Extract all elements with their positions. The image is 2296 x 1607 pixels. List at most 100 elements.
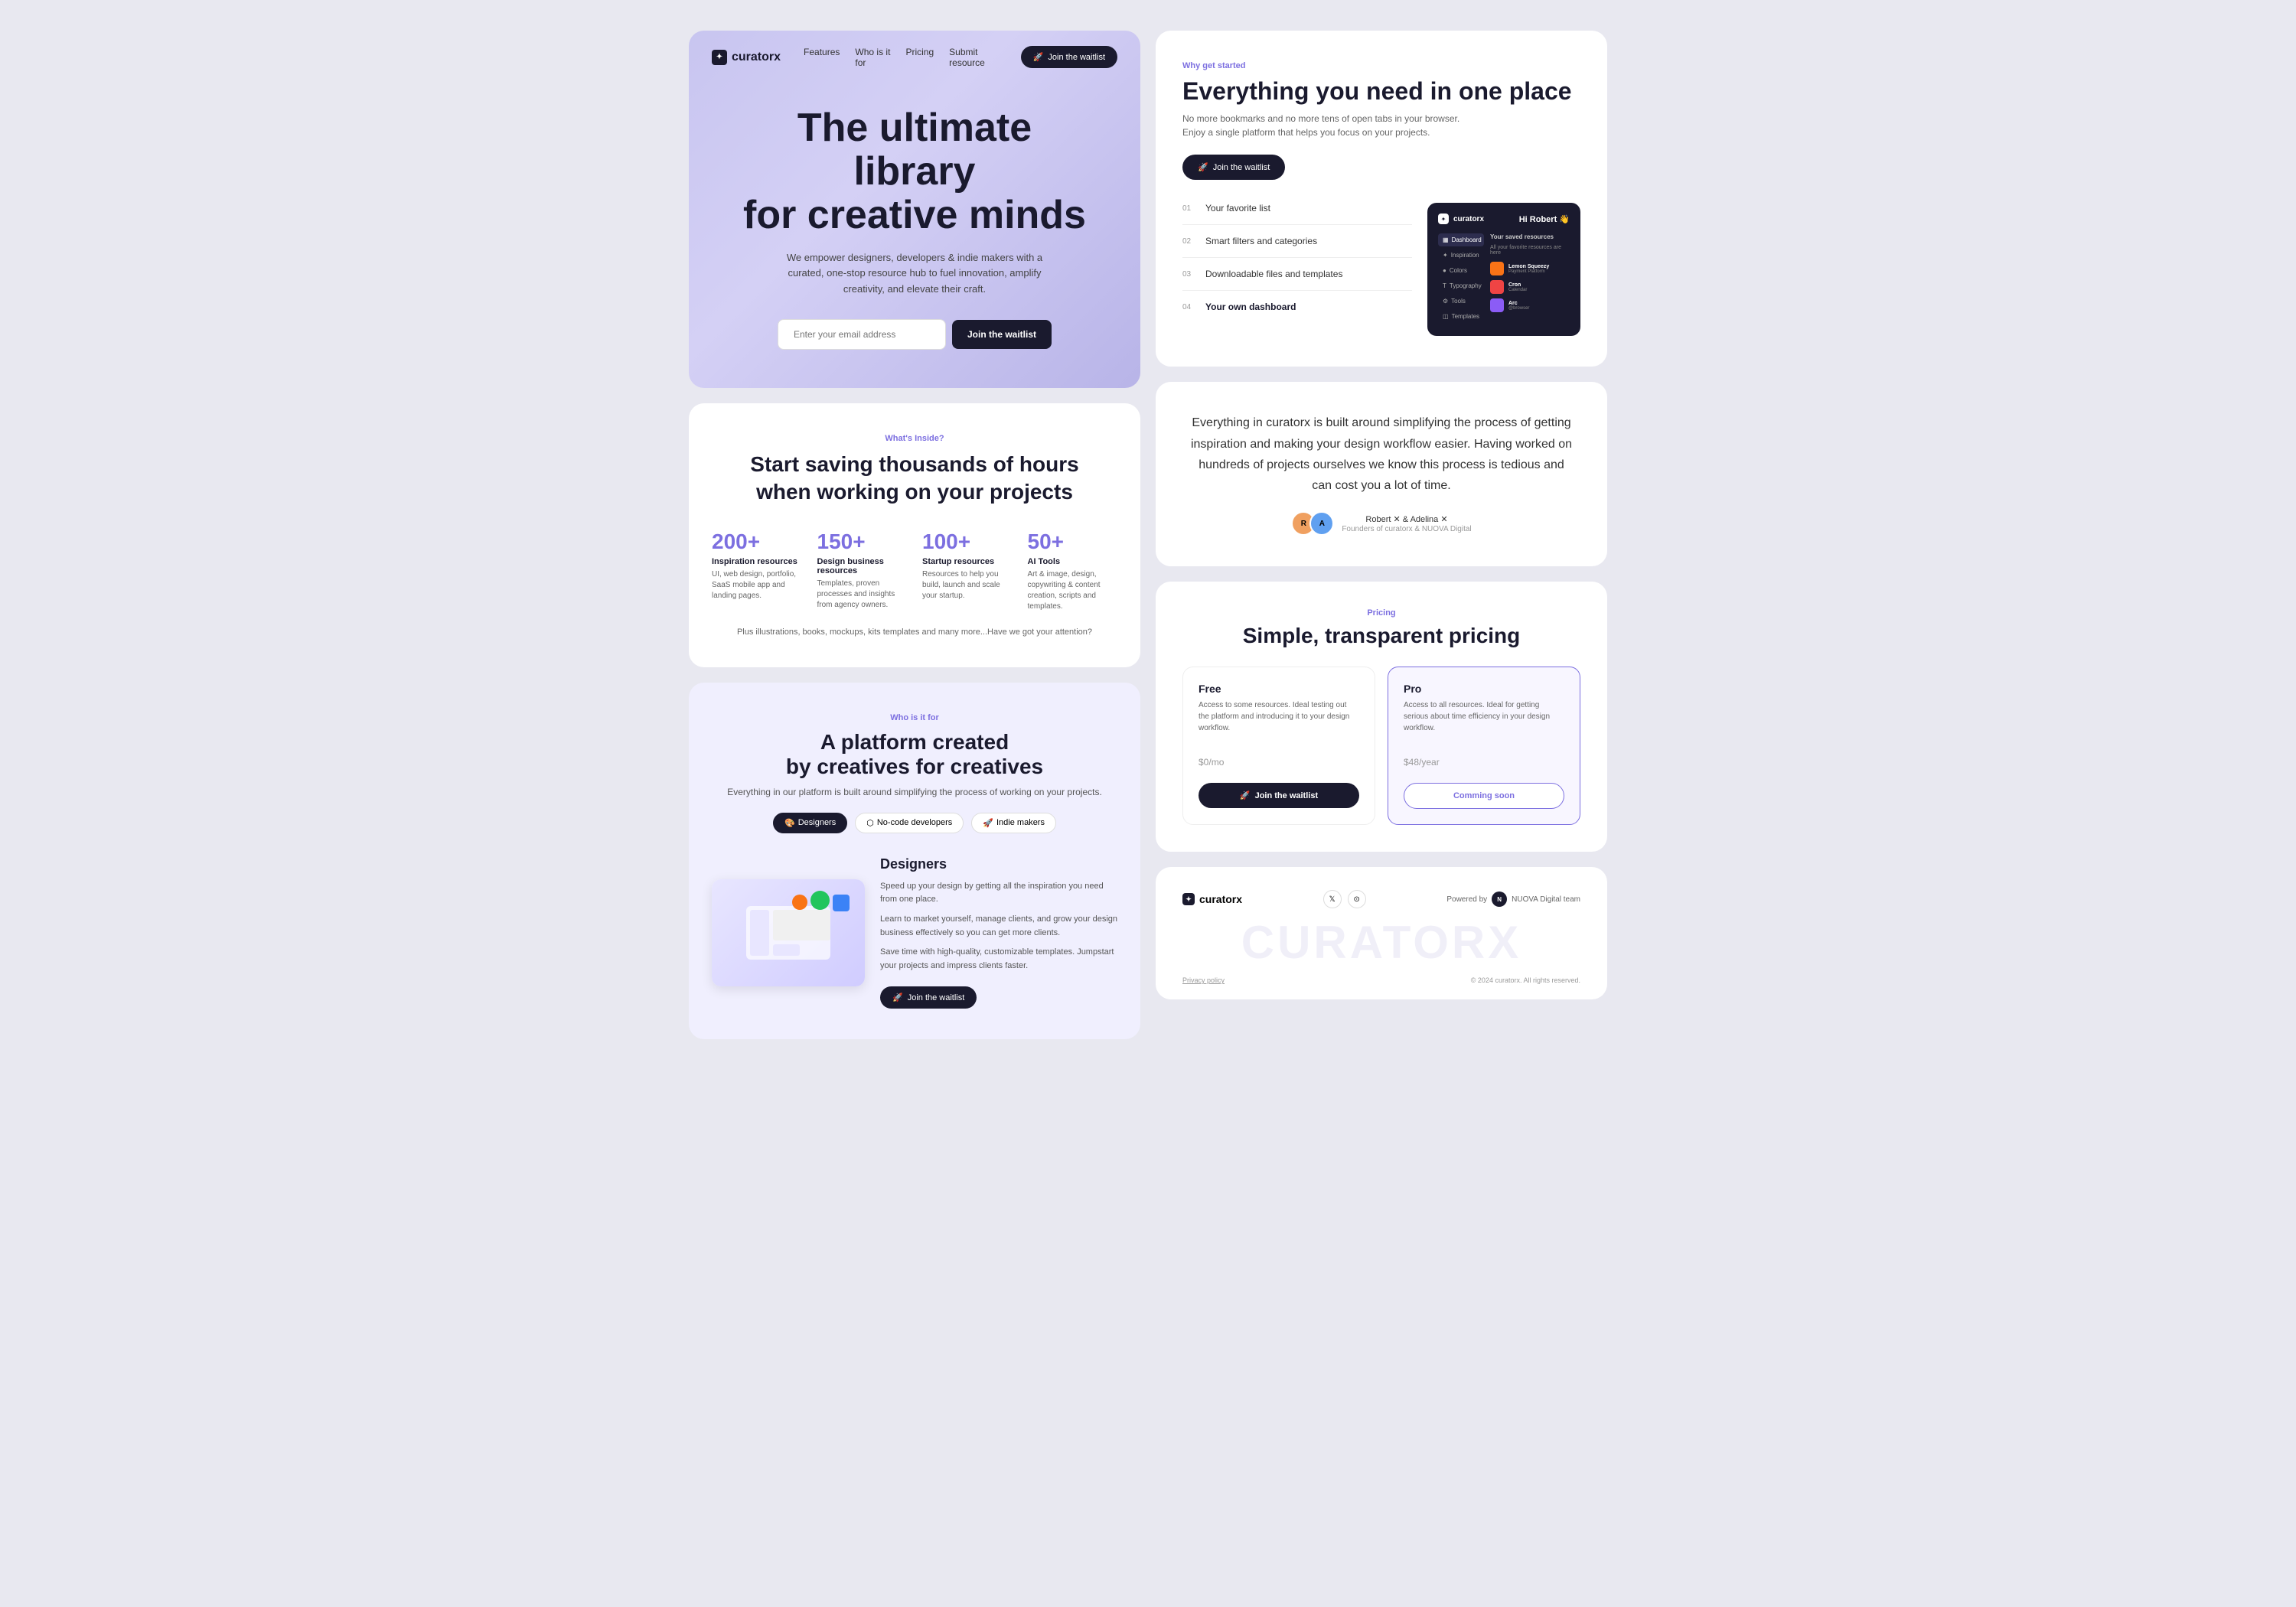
designer-desc1: Speed up your design by getting all the … xyxy=(880,880,1117,907)
dash-colors-icon: ● xyxy=(1443,267,1446,274)
tab-nocode[interactable]: ⬡ No-code developers xyxy=(855,813,964,833)
free-plan-price: $0/mo xyxy=(1199,746,1359,771)
stat-startup: 100+ Startup resources Resources to help… xyxy=(922,530,1013,612)
nav-waitlist-label: Join the waitlist xyxy=(1048,53,1105,62)
stats-section: What's Inside? Start saving thousands of… xyxy=(689,403,1140,667)
dash-nav-dashboard[interactable]: ▦ Dashboard xyxy=(1438,233,1484,246)
designer-image xyxy=(712,879,865,986)
designer-waitlist-button[interactable]: 🚀 Join the waitlist xyxy=(880,986,977,1009)
feature-divider-3 xyxy=(1182,290,1412,291)
pro-plan-price: $48/year xyxy=(1404,746,1564,771)
dash-nav-typography[interactable]: T Typography xyxy=(1438,279,1484,292)
hero-form: Join the waitlist xyxy=(735,319,1094,350)
pricing-free: Free Access to some resources. Ideal tes… xyxy=(1182,667,1375,825)
footer-top: ✦ curatorx 𝕏 ⊙ Powered by N NUOVA Digita… xyxy=(1182,890,1580,908)
nav-waitlist-icon: 🚀 xyxy=(1033,52,1044,62)
free-plan-button[interactable]: 🚀 Join the waitlist xyxy=(1199,783,1359,808)
hero-title: The ultimate library for creative minds xyxy=(735,106,1094,238)
dash-templates-icon: ◫ xyxy=(1443,313,1449,320)
quote-section: Everything in curatorx is built around s… xyxy=(1156,382,1607,566)
free-plan-name: Free xyxy=(1199,683,1359,695)
stats-footer: Plus illustrations, books, mockups, kits… xyxy=(712,627,1117,637)
founder-names: Robert ✕ & Adelina ✕ Founders of curator… xyxy=(1342,514,1471,533)
designer-desc3: Save time with high-quality, customizabl… xyxy=(880,946,1117,973)
footer-powered: Powered by N NUOVA Digital team xyxy=(1446,892,1580,907)
designer-text: Designers Speed up your design by gettin… xyxy=(880,856,1117,1009)
brand-name: curatorx xyxy=(732,51,781,64)
footer-logo: ✦ curatorx xyxy=(1182,893,1242,905)
free-plan-desc: Access to some resources. Ideal testing … xyxy=(1199,699,1359,734)
tab-designers[interactable]: 🎨 Designers xyxy=(773,813,847,833)
nav-pricing[interactable]: Pricing xyxy=(905,47,934,68)
avatar-adelina: A xyxy=(1309,511,1334,536)
pricing-tag: Pricing xyxy=(1182,608,1580,618)
stat-design: 150+ Design business resources Templates… xyxy=(817,530,908,612)
nav-features[interactable]: Features xyxy=(804,47,840,68)
privacy-link[interactable]: Privacy policy xyxy=(1182,976,1225,984)
platform-title: A platform created by creatives for crea… xyxy=(712,730,1117,779)
features-waitlist-button[interactable]: 🚀 Join the waitlist xyxy=(1182,155,1285,180)
dash-logo-icon: ✦ xyxy=(1438,214,1449,224)
quote-text: Everything in curatorx is built around s… xyxy=(1190,412,1573,496)
stats-tag: What's Inside? xyxy=(712,434,1117,443)
audience-tabs: 🎨 Designers ⬡ No-code developers 🚀 Indie… xyxy=(712,813,1117,833)
designer-heading: Designers xyxy=(880,856,1117,872)
hero-waitlist-button[interactable]: Join the waitlist xyxy=(952,320,1052,349)
dash-nav: ▦ Dashboard ✦ Inspiration ● Colors xyxy=(1438,233,1484,325)
saved-item-2-icon xyxy=(1490,280,1504,294)
dash-nav-inspiration[interactable]: ✦ Inspiration xyxy=(1438,249,1484,262)
nav-links: Features Who is it for Pricing Submit re… xyxy=(804,47,998,68)
hero-email-input[interactable] xyxy=(778,319,946,350)
features-list: 01 Your favorite list 02 Smart filters a… xyxy=(1182,203,1580,336)
instagram-icon[interactable]: ⊙ xyxy=(1348,890,1366,908)
saved-item-1-text: Lemon Squeezy Payment Platform xyxy=(1508,264,1549,274)
dash-nav-templates[interactable]: ◫ Templates xyxy=(1438,310,1484,323)
hero-subtitle: We empower designers, developers & indie… xyxy=(769,250,1060,298)
designer-content: Designers Speed up your design by gettin… xyxy=(712,856,1117,1009)
stats-title: Start saving thousands of hours when wor… xyxy=(712,451,1117,507)
dash-nav-colors[interactable]: ● Colors xyxy=(1438,264,1484,277)
stats-grid: 200+ Inspiration resources UI, web desig… xyxy=(712,530,1117,612)
dash-tools-icon: ⚙ xyxy=(1443,298,1448,305)
platform-tag: Who is it for xyxy=(712,713,1117,722)
dashboard-preview: ✦ curatorx Hi Robert 👋 ▦ Dashboard xyxy=(1427,203,1580,336)
designer-desc2: Learn to market yourself, manage clients… xyxy=(880,913,1117,940)
feature-item-3: 03 Downloadable files and templates xyxy=(1182,269,1412,279)
saved-item-3-icon xyxy=(1490,298,1504,312)
features-tag: Why get started xyxy=(1182,61,1580,70)
stat-inspiration: 200+ Inspiration resources UI, web desig… xyxy=(712,530,802,612)
nav-waitlist-button[interactable]: 🚀 Join the waitlist xyxy=(1021,46,1117,68)
dash-greeting: Hi Robert 👋 xyxy=(1519,214,1570,224)
dash-typography-icon: T xyxy=(1443,282,1446,289)
hero-content: The ultimate library for creative minds … xyxy=(689,83,1140,388)
saved-item-2: Cron Calendar xyxy=(1490,280,1570,294)
nocode-icon: ⬡ xyxy=(866,818,874,828)
tab-indie[interactable]: 🚀 Indie makers xyxy=(971,813,1056,833)
footer-brand-name: curatorx xyxy=(1199,893,1242,905)
platform-subtitle: Everything in our platform is built arou… xyxy=(712,787,1117,797)
copyright: © 2024 curatorx. All rights reserved. xyxy=(1471,976,1580,984)
twitter-icon[interactable]: 𝕏 xyxy=(1323,890,1342,908)
footer-social: 𝕏 ⊙ xyxy=(1323,890,1366,908)
pro-plan-button[interactable]: Comming soon xyxy=(1404,783,1564,809)
logo: ✦ curatorx xyxy=(712,50,781,65)
dash-nav-tools[interactable]: ⚙ Tools xyxy=(1438,295,1484,308)
feature-divider-2 xyxy=(1182,257,1412,258)
footer-bottom: Privacy policy © 2024 curatorx. All righ… xyxy=(1182,976,1580,984)
pricing-cards: Free Access to some resources. Ideal tes… xyxy=(1182,667,1580,825)
founders: R A Robert ✕ & Adelina ✕ Founders of cur… xyxy=(1182,511,1580,536)
pricing-section: Pricing Simple, transparent pricing Free… xyxy=(1156,582,1607,852)
feature-item-1: 01 Your favorite list xyxy=(1182,203,1412,214)
designer-cta-icon: 🚀 xyxy=(892,993,903,1002)
platform-section: Who is it for A platform created by crea… xyxy=(689,683,1140,1040)
hero-section: ✦ curatorx Features Who is it for Pricin… xyxy=(689,31,1140,388)
pro-plan-desc: Access to all resources. Ideal for getti… xyxy=(1404,699,1564,734)
nav-who[interactable]: Who is it for xyxy=(855,47,890,68)
features-cta-icon: 🚀 xyxy=(1198,162,1208,172)
hero-title-line1: The ultimate library xyxy=(797,106,1032,194)
saved-item-2-text: Cron Calendar xyxy=(1508,282,1527,292)
feature-divider-1 xyxy=(1182,224,1412,225)
footer-watermark: CURATORX xyxy=(1182,916,1580,969)
nav-submit[interactable]: Submit resource xyxy=(949,47,998,68)
saved-item-3: Arc @browser xyxy=(1490,298,1570,312)
